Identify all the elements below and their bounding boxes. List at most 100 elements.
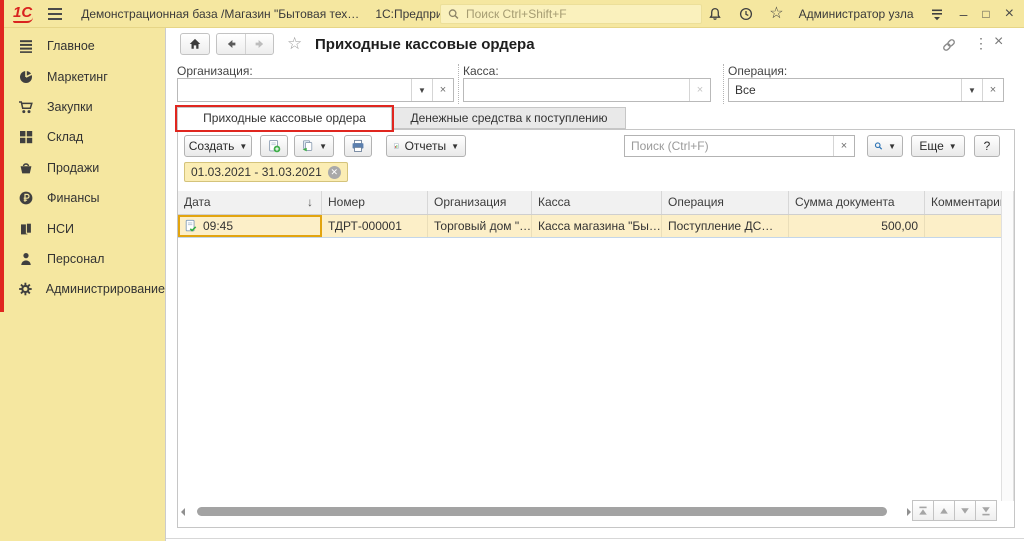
period-filter-tag[interactable]: 01.03.2021 - 31.03.2021 ✕: [184, 162, 348, 182]
kassa-clear-icon[interactable]: ×: [689, 79, 710, 101]
forward-arrow-icon: [253, 37, 267, 51]
sidebar-item-personal[interactable]: Персонал: [0, 244, 165, 274]
window-bottom-border: [166, 538, 1024, 539]
posted-document-icon: [184, 219, 198, 233]
column-header-organization[interactable]: Организация: [428, 191, 532, 214]
sidebar-item-glavnoe[interactable]: Главное: [0, 31, 165, 61]
cell-amount[interactable]: 500,00: [789, 215, 925, 237]
print-button[interactable]: [344, 135, 372, 157]
history-icon[interactable]: [738, 6, 754, 22]
sidebar-item-zakupki[interactable]: Закупки: [0, 92, 165, 122]
cell-comment[interactable]: [925, 215, 1001, 237]
operation-filter-label: Операция:: [728, 64, 787, 78]
tab-prihodnye-kassovye-ordera[interactable]: Приходные кассовые ордера: [177, 107, 392, 130]
cell-operation[interactable]: Поступление ДС…: [662, 215, 789, 237]
horizontal-scrollbar[interactable]: [181, 506, 911, 518]
home-button[interactable]: [180, 33, 210, 55]
current-user[interactable]: Администратор узла: [799, 7, 914, 21]
last-page-icon: [981, 506, 991, 516]
back-arrow-icon: [224, 37, 238, 51]
cell-number[interactable]: ТДРТ-000001: [322, 215, 428, 237]
grid-icon: [18, 129, 34, 145]
close-form-icon[interactable]: ×: [994, 33, 1003, 51]
operation-filter-combobox[interactable]: ▼ ×: [728, 78, 1004, 102]
tab-denezhnye-sredstva[interactable]: Денежные средства к поступлению: [392, 107, 626, 129]
favorites-star-icon[interactable]: ☆: [769, 6, 783, 22]
service-menu-icon[interactable]: [929, 6, 945, 22]
scroll-left-icon[interactable]: [181, 508, 185, 516]
sidebar-item-nsi[interactable]: НСИ: [0, 213, 165, 243]
help-button[interactable]: ?: [974, 135, 1000, 157]
horizontal-scrollbar-thumb[interactable]: [197, 507, 887, 516]
get-link-icon[interactable]: [941, 37, 957, 53]
organization-filter-input[interactable]: [178, 79, 411, 101]
global-search-field[interactable]: [466, 7, 695, 21]
organization-dropdown-icon[interactable]: ▼: [411, 79, 432, 101]
table-row[interactable]: 09:45 ТДРТ-000001 Торговый дом "… Касса …: [178, 215, 1001, 238]
sidebar-item-finansy[interactable]: Финансы: [0, 183, 165, 213]
close-window-button[interactable]: ×: [1005, 7, 1014, 21]
magnifier-icon: [874, 139, 883, 153]
sidebar-item-sklad[interactable]: Склад: [0, 122, 165, 152]
organization-filter-combobox[interactable]: ▼ ×: [177, 78, 454, 102]
organization-filter-label: Организация:: [177, 64, 253, 78]
search-icon: [447, 7, 460, 21]
next-page-button[interactable]: [954, 500, 976, 521]
content-area: ☆ Приходные кассовые ордера ⋮ × Организа…: [165, 28, 1024, 541]
column-header-date[interactable]: Дата ↓: [178, 191, 322, 214]
vertical-scrollbar[interactable]: [1001, 191, 1014, 501]
down-arrow-icon: [960, 506, 970, 516]
column-header-number[interactable]: Номер: [322, 191, 428, 214]
notifications-bell-icon[interactable]: [707, 6, 723, 22]
operation-filter-input[interactable]: [729, 79, 961, 101]
create-group-button[interactable]: [260, 135, 288, 157]
column-header-operation[interactable]: Операция: [662, 191, 789, 214]
column-header-comment[interactable]: Комментарий: [925, 191, 1001, 214]
menu-icon: [18, 38, 34, 54]
cell-kassa[interactable]: Касса магазина "Бы…: [532, 215, 662, 237]
organization-clear-icon[interactable]: ×: [432, 79, 453, 101]
sidebar-item-prodazhi[interactable]: Продажи: [0, 153, 165, 183]
remove-period-filter-icon[interactable]: ✕: [328, 166, 341, 179]
page-title: Приходные кассовые ордера: [315, 36, 535, 53]
report-icon: [393, 138, 400, 154]
person-icon: [18, 251, 34, 267]
history-nav-group: [216, 33, 274, 55]
create-button[interactable]: Создать▼: [184, 135, 252, 157]
sidebar-item-marketing[interactable]: Маркетинг: [0, 61, 165, 91]
search-settings-button[interactable]: ▼: [867, 135, 903, 157]
operation-clear-icon[interactable]: ×: [982, 79, 1003, 101]
column-header-kassa[interactable]: Касса: [532, 191, 662, 214]
maximize-button[interactable]: □: [982, 7, 989, 21]
kebab-menu-icon[interactable]: ⋮: [974, 35, 988, 52]
cell-organization[interactable]: Торговый дом "…: [428, 215, 532, 237]
minimize-button[interactable]: –: [960, 7, 968, 21]
filter-separator: [723, 64, 724, 104]
cell-date-selected[interactable]: 09:45: [178, 215, 322, 237]
list-search-clear-icon[interactable]: ×: [833, 136, 854, 156]
more-button[interactable]: Еще▼: [911, 135, 965, 157]
operation-dropdown-icon[interactable]: ▼: [961, 79, 982, 101]
go-first-button[interactable]: [912, 500, 934, 521]
column-header-amount[interactable]: Сумма документа: [789, 191, 925, 214]
reports-button[interactable]: Отчеты▼: [386, 135, 466, 157]
document-add-icon: [267, 138, 281, 154]
first-page-icon: [918, 506, 928, 516]
kassa-filter-input[interactable]: [464, 79, 689, 101]
copy-button[interactable]: ▼: [294, 135, 334, 157]
add-to-favorites-star-icon[interactable]: ☆: [287, 35, 302, 53]
global-search-input[interactable]: [440, 4, 702, 24]
kassa-filter-label: Касса:: [463, 64, 499, 78]
back-button[interactable]: [217, 34, 245, 54]
books-icon: [18, 221, 34, 237]
forward-button[interactable]: [245, 34, 273, 54]
go-last-button[interactable]: [975, 500, 997, 521]
pie-chart-icon: [18, 69, 34, 85]
main-menu-icon[interactable]: [48, 5, 62, 23]
sidebar-item-administrirovanie[interactable]: Администрирование: [0, 274, 165, 304]
scroll-right-icon[interactable]: [907, 508, 911, 516]
kassa-filter-field[interactable]: ×: [463, 78, 711, 102]
list-search-input[interactable]: [625, 136, 833, 156]
list-search-box[interactable]: ×: [624, 135, 855, 157]
previous-page-button[interactable]: [933, 500, 955, 521]
